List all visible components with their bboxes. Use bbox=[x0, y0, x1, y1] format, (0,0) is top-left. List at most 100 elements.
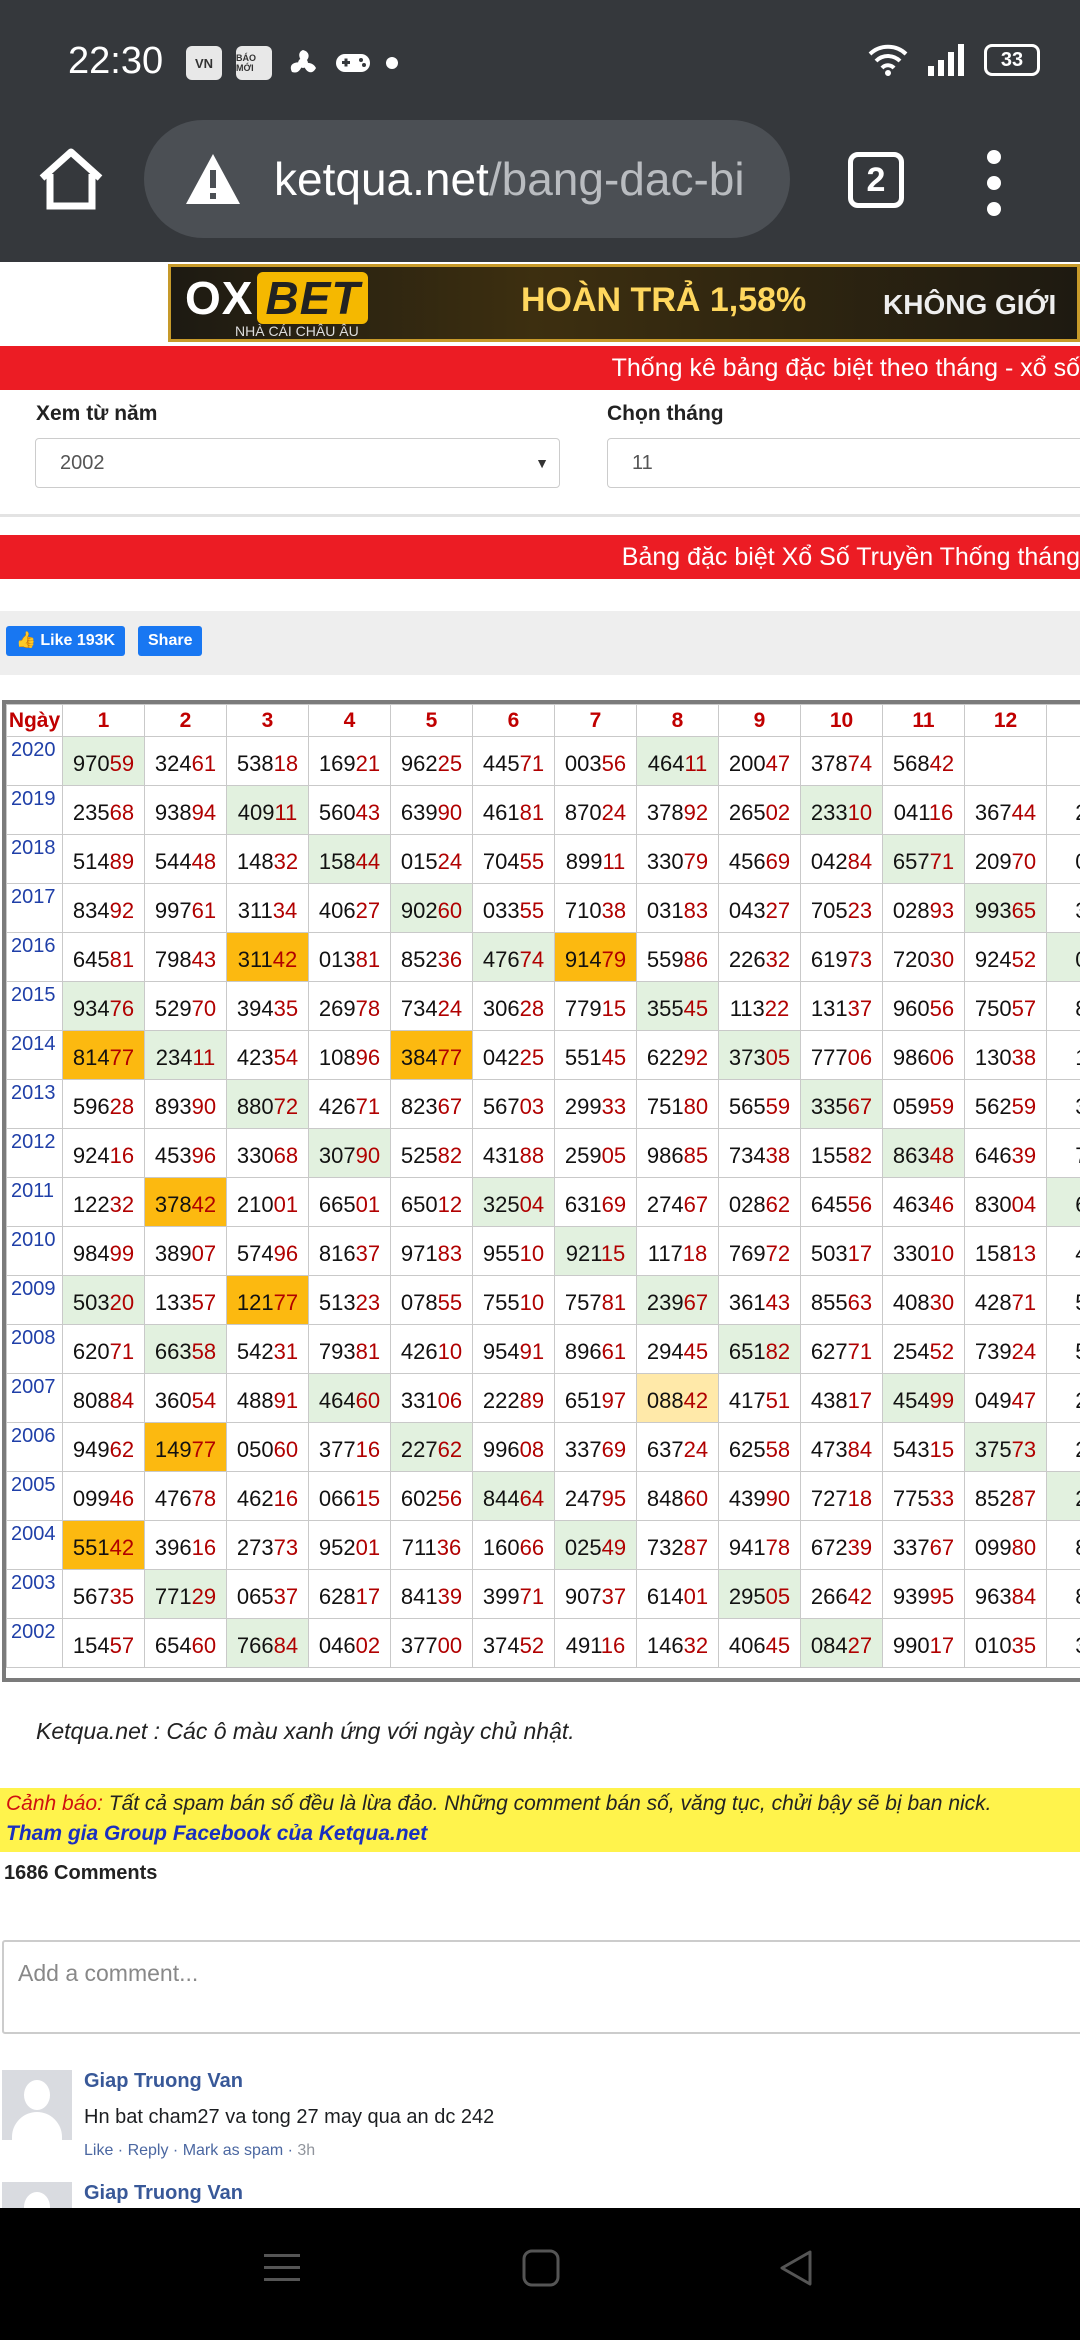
year-cell[interactable]: 2017 bbox=[6, 883, 63, 933]
result-cell: 00356 bbox=[554, 736, 637, 786]
result-cell: 04284 bbox=[800, 834, 883, 884]
year-cell[interactable]: 2009 bbox=[6, 1275, 63, 1325]
result-cell: 37573 bbox=[964, 1422, 1047, 1472]
result-cell: 08427 bbox=[800, 1618, 883, 1668]
result-cell: 30790 bbox=[308, 1128, 391, 1178]
table-row: 2013 59628 89390 88072 42671 82367 56703 29933 7… bbox=[6, 1079, 1080, 1129]
result-cell: 16921 bbox=[308, 736, 391, 786]
url-text[interactable]: ketqua.net/bang-dac-bi bbox=[274, 152, 745, 206]
comment-input[interactable]: Add a comment... bbox=[2, 1940, 1080, 2034]
year-cell[interactable]: 2004 bbox=[6, 1520, 63, 1570]
result-cell: 52582 bbox=[390, 1128, 473, 1178]
result-cell: 56043 bbox=[308, 785, 391, 835]
comment-author[interactable]: Giap Truong Van bbox=[84, 2070, 243, 2093]
avatar[interactable] bbox=[2, 2070, 72, 2140]
result-cell: 99365 bbox=[964, 883, 1047, 933]
header-day-2: 2 bbox=[144, 704, 227, 737]
result-cell: 99608 bbox=[472, 1422, 555, 1472]
header-day-9: 9 bbox=[718, 704, 801, 737]
result-cell: 81477 bbox=[62, 1030, 145, 1080]
result-cell: 15813 bbox=[964, 1226, 1047, 1276]
result-cell: 87024 bbox=[554, 785, 637, 835]
comment-author[interactable]: Giap Truong Van bbox=[84, 2182, 243, 2205]
year-cell[interactable]: 2011 bbox=[6, 1177, 63, 1227]
result-cell: 98499 bbox=[62, 1226, 145, 1276]
result-cell: 37452 bbox=[472, 1618, 555, 1668]
result-cell: 01524 bbox=[390, 834, 473, 884]
comment-text: Hn bat cham27 va tong 27 may qua an dc 2… bbox=[84, 2106, 495, 2128]
result-cell: 83492 bbox=[62, 883, 145, 933]
result-cell: 22632 bbox=[718, 932, 801, 982]
recent-apps-icon[interactable] bbox=[262, 2248, 302, 2288]
status-time: 22:30 bbox=[68, 40, 164, 82]
year-cell[interactable]: 2012 bbox=[6, 1128, 63, 1178]
result-cell: 29505 bbox=[718, 1569, 801, 1619]
facebook-group-link[interactable]: Tham gia Group Facebook của Ketqua.net bbox=[6, 1822, 1074, 1846]
result-cell: 75180 bbox=[636, 1079, 719, 1129]
year-cell[interactable]: 2014 bbox=[6, 1030, 63, 1080]
table-row: 2016 64581 79843 31142 01381 85236 47674 91479 5… bbox=[6, 932, 1080, 982]
year-cell[interactable]: 2018 bbox=[6, 834, 63, 884]
result-cell: 26642 bbox=[800, 1569, 883, 1619]
result-cell: 06537 bbox=[226, 1569, 309, 1619]
result-cell: 29933 bbox=[554, 1079, 637, 1129]
home-nav-icon[interactable] bbox=[521, 2248, 561, 2288]
year-cell[interactable]: 2002 bbox=[6, 1618, 63, 1668]
result-cell: 76972 bbox=[718, 1226, 801, 1276]
fb-share-button[interactable]: Share bbox=[138, 626, 203, 656]
result-cell: 46460 bbox=[308, 1373, 391, 1423]
result-cell: 54231 bbox=[226, 1324, 309, 1374]
fb-like-button[interactable]: 👍 Like 193K bbox=[6, 626, 126, 656]
year-cell[interactable]: 2010 bbox=[6, 1226, 63, 1276]
result-cell: 01381 bbox=[308, 932, 391, 982]
year-cell[interactable]: 2015 bbox=[6, 981, 63, 1031]
result-cell: 75781 bbox=[554, 1275, 637, 1325]
back-nav-icon[interactable] bbox=[776, 2248, 816, 2288]
result-cell: 27373 bbox=[226, 1520, 309, 1570]
result-cell: 02549 bbox=[554, 1520, 637, 1570]
warning-triangle-icon[interactable] bbox=[184, 152, 242, 206]
year-cell[interactable]: 2020 bbox=[6, 736, 63, 786]
overflow-menu-icon[interactable] bbox=[982, 150, 1006, 216]
year-cell[interactable]: 2005 bbox=[6, 1471, 63, 1521]
result-cell: 95201 bbox=[308, 1520, 391, 1570]
table-row: 2002 15457 65460 76684 04602 37700 37452 49116 1… bbox=[6, 1618, 1080, 1668]
result-cell: 70455 bbox=[472, 834, 555, 884]
comment-actions[interactable]: Like · Reply · Mark as spam · 3h bbox=[84, 2142, 315, 2160]
year-cell[interactable]: 2013 bbox=[6, 1079, 63, 1129]
result-cell: 44571 bbox=[472, 736, 555, 786]
address-bar[interactable]: ketqua.net/bang-dac-bi bbox=[144, 120, 790, 238]
table-banner: Bảng đặc biệt Xổ Số Truyền Thống tháng bbox=[0, 535, 1080, 579]
result-cell: 41751 bbox=[718, 1373, 801, 1423]
table-row: 2020 97059 32461 53818 16921 96225 44571 00356 4… bbox=[6, 736, 1080, 786]
year-cell[interactable]: 2007 bbox=[6, 1373, 63, 1423]
result-cell: 99761 bbox=[144, 883, 227, 933]
result-cell: 39616 bbox=[144, 1520, 227, 1570]
result-cell: 37892 bbox=[636, 785, 719, 835]
stats-banner: Thống kê bảng đặc biệt theo tháng - xổ s… bbox=[0, 346, 1080, 390]
year-cell[interactable]: 2019 bbox=[6, 785, 63, 835]
result-cell: 02862 bbox=[718, 1177, 801, 1227]
year-cell[interactable]: 2006 bbox=[6, 1422, 63, 1472]
oxbet-ad-banner[interactable]: OX BET NHÀ CÁI CHÂU ÂU HOÀN TRẢ 1,58% KHÔ… bbox=[168, 264, 1080, 342]
result-cell: 73424 bbox=[390, 981, 473, 1031]
result-cell: 46181 bbox=[472, 785, 555, 835]
table-row: 2012 92416 45396 33068 30790 52582 43188 25905 9… bbox=[6, 1128, 1080, 1178]
result-cell: 36054 bbox=[144, 1373, 227, 1423]
result-cell: 47 bbox=[1046, 1226, 1080, 1276]
tab-switcher-button[interactable]: 2 bbox=[848, 152, 904, 208]
table-row: 2006 94962 14977 05060 37716 22762 99608 33769 6… bbox=[6, 1422, 1080, 1472]
result-cell: 31134 bbox=[226, 883, 309, 933]
year-cell[interactable]: 2016 bbox=[6, 932, 63, 982]
result-cell: 39435 bbox=[226, 981, 309, 1031]
result-cell: 70523 bbox=[800, 883, 883, 933]
year-cell[interactable]: 2008 bbox=[6, 1324, 63, 1374]
year-select[interactable]: 2002 ▼ bbox=[35, 438, 560, 488]
home-icon[interactable] bbox=[36, 148, 106, 210]
battery-indicator: 33 bbox=[984, 44, 1040, 76]
result-cell: 56703 bbox=[472, 1079, 555, 1129]
result-cell: 23967 bbox=[636, 1275, 719, 1325]
result-cell: 55145 bbox=[554, 1030, 637, 1080]
year-cell[interactable]: 2003 bbox=[6, 1569, 63, 1619]
month-select[interactable]: 11 bbox=[607, 438, 1080, 488]
